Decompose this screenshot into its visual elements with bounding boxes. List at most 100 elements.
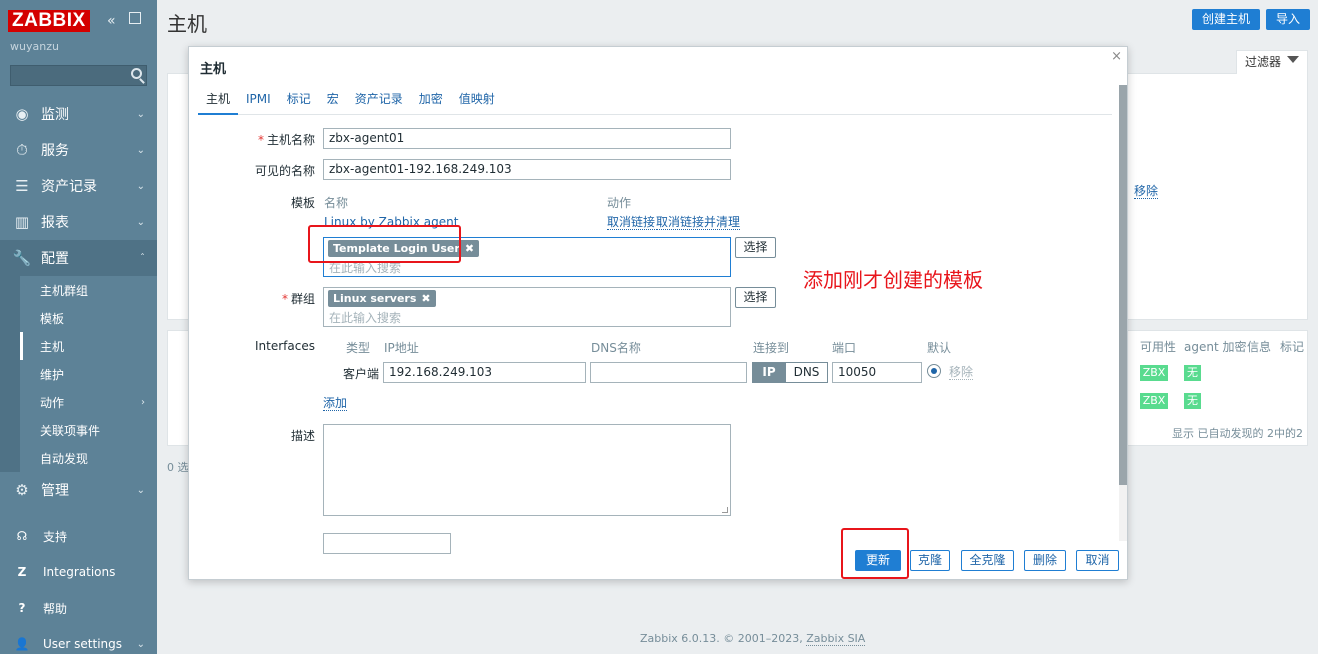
submenu-templates[interactable]: 模板: [20, 304, 157, 332]
menu-label: 资产记录: [41, 179, 97, 195]
clone-button[interactable]: 克隆: [910, 550, 950, 571]
visible-name-input[interactable]: zbx-agent01-192.168.249.103: [323, 159, 731, 180]
remove-tag-icon[interactable]: ✖: [421, 292, 430, 305]
availability-badge[interactable]: ZBX: [1140, 365, 1168, 381]
menu-label: Integrations: [43, 565, 116, 579]
tab-ipmi[interactable]: IPMI: [238, 91, 279, 115]
group-tag-label: Linux servers: [333, 292, 417, 305]
iface-dns-input[interactable]: [590, 362, 747, 383]
iface-ip-input[interactable]: 192.168.249.103: [383, 362, 586, 383]
delete-button[interactable]: 删除: [1024, 550, 1066, 571]
menu-item-inventory[interactable]: ☰ 资产记录 ⌄: [0, 168, 157, 204]
tab-inventory[interactable]: 资产记录: [347, 91, 411, 115]
encryption-badge: 无: [1184, 393, 1201, 409]
headset-icon: ☊: [16, 529, 28, 543]
menu-item-integrations[interactable]: Z Integrations: [0, 554, 157, 590]
add-interface-link[interactable]: 添加: [323, 396, 348, 411]
footer-link[interactable]: Zabbix SIA: [806, 632, 866, 646]
annotation-note: 添加刚才创建的模板: [803, 268, 983, 292]
submenu-discovery[interactable]: 自动发现: [20, 444, 157, 472]
menu-item-administration[interactable]: ⚙ 管理 ⌄: [0, 472, 157, 508]
dialog-scrollbar-thumb[interactable]: [1119, 85, 1127, 485]
chevron-right-icon: ›: [141, 396, 145, 408]
help-icon: ?: [18, 601, 26, 615]
filter-remove-link[interactable]: 移除: [1134, 184, 1159, 199]
connect-dns-toggle[interactable]: DNS: [785, 362, 828, 383]
menu-label: 管理: [41, 483, 69, 499]
annotation-box-template: [308, 225, 461, 263]
col-availability[interactable]: 可用性: [1140, 338, 1176, 355]
remove-interface-link: 移除: [949, 365, 974, 380]
table-summary: 显示 已自动发现的 2中的2: [1172, 427, 1303, 440]
main-menu: ◉ 监测 ⌄ ⏱ 服务 ⌄ ☰ 资产记录 ⌄ ▥ 报表 ⌄ 🔧 配置 ˆ 主机群…: [0, 96, 157, 508]
submenu-actions[interactable]: 动作 ›: [20, 388, 157, 416]
iface-type-header: 类型: [346, 341, 371, 355]
gear-icon: ⚙: [15, 481, 29, 499]
search-icon[interactable]: [131, 68, 142, 79]
tab-value-mapping[interactable]: 值映射: [451, 91, 503, 115]
tab-host[interactable]: 主机: [198, 91, 239, 115]
menu-item-user-settings[interactable]: 👤 User settings ⌄: [0, 626, 157, 654]
tab-encryption[interactable]: 加密: [411, 91, 451, 115]
description-textarea[interactable]: [323, 424, 731, 516]
unlink-link[interactable]: 取消链接: [607, 215, 656, 230]
menu-label: 帮助: [43, 601, 68, 616]
select-template-button[interactable]: 选择: [735, 237, 776, 258]
close-icon[interactable]: ×: [1111, 49, 1122, 64]
iface-type-agent: 客户端: [342, 367, 379, 381]
col-agent-encryption[interactable]: agent 加密: [1184, 338, 1246, 355]
host-name-input[interactable]: zbx-agent01: [323, 128, 731, 149]
encryption-badge: 无: [1184, 365, 1201, 381]
create-host-button[interactable]: 创建主机: [1192, 9, 1261, 30]
menu-label: 配置: [41, 251, 69, 267]
footer: Zabbix 6.0.13. © 2001–2023, Zabbix SIA: [640, 632, 866, 646]
zabbix-logo[interactable]: ZABBIX: [8, 10, 90, 32]
iface-ip-header: IP地址: [384, 341, 419, 355]
col-info: 信息: [1247, 340, 1272, 354]
full-clone-button[interactable]: 全克隆: [961, 550, 1014, 571]
group-search-input[interactable]: 在此输入搜索: [329, 309, 401, 326]
monitored-by-proxy-select[interactable]: [323, 533, 451, 554]
collapse-sidebar-icon[interactable]: «: [107, 13, 116, 29]
visible-name-label: 可见的名称: [254, 164, 315, 178]
chevron-down-icon: ⌄: [136, 108, 145, 120]
groups-multiselect[interactable]: Linux servers ✖ 在此输入搜索: [323, 287, 731, 327]
remove-tag-icon[interactable]: ✖: [465, 242, 474, 255]
host-edit-dialog: 主机 × 主机 IPMI 标记 宏 资产记录 加密 值映射 * 主机名称 zbx-…: [188, 46, 1128, 580]
submenu-maintenance[interactable]: 维护: [20, 360, 157, 388]
cancel-button[interactable]: 取消: [1076, 550, 1119, 571]
templates-action-header: 动作: [607, 196, 632, 210]
iface-port-input[interactable]: 10050: [832, 362, 922, 383]
configuration-submenu: 主机群组 模板 主机 维护 动作 › 关联项事件 自动发现: [0, 276, 157, 472]
menu-label: User settings: [43, 637, 123, 651]
submenu-host-groups[interactable]: 主机群组: [20, 276, 157, 304]
resize-handle[interactable]: [722, 507, 728, 513]
chevron-down-icon: ⌄: [136, 144, 145, 156]
kiosk-mode-icon[interactable]: [129, 12, 141, 24]
filter-tab[interactable]: 过滤器: [1236, 50, 1308, 74]
tab-tags[interactable]: 标记: [279, 91, 319, 115]
import-button[interactable]: 导入: [1266, 9, 1311, 30]
col-tags: 标记: [1280, 340, 1305, 354]
menu-item-monitoring[interactable]: ◉ 监测 ⌄: [0, 96, 157, 132]
chevron-down-icon: ⌄: [136, 484, 145, 496]
page-title: 主机: [167, 12, 207, 36]
menu-item-services[interactable]: ⏱ 服务 ⌄: [0, 132, 157, 168]
iface-port-header: 端口: [832, 341, 857, 355]
iface-connect-header: 连接到: [753, 341, 790, 355]
connect-ip-toggle[interactable]: IP: [752, 362, 786, 383]
availability-badge[interactable]: ZBX: [1140, 393, 1168, 409]
submenu-correlation[interactable]: 关联项事件: [20, 416, 157, 444]
menu-item-reports[interactable]: ▥ 报表 ⌄: [0, 204, 157, 240]
select-group-button[interactable]: 选择: [735, 287, 776, 308]
tab-macros[interactable]: 宏: [319, 91, 347, 115]
sidebar-search-input[interactable]: [10, 65, 147, 86]
menu-item-help[interactable]: ? 帮助: [0, 590, 157, 626]
selected-count: 0 选: [167, 461, 189, 474]
submenu-hosts[interactable]: 主机: [20, 332, 157, 360]
unlink-and-clear-link[interactable]: 取消链接并清理: [656, 215, 741, 230]
submenu-actions-label: 动作: [40, 395, 65, 410]
default-interface-radio[interactable]: [927, 364, 941, 378]
menu-item-support[interactable]: ☊ 支持: [0, 518, 157, 554]
menu-item-configuration[interactable]: 🔧 配置 ˆ: [0, 240, 157, 276]
